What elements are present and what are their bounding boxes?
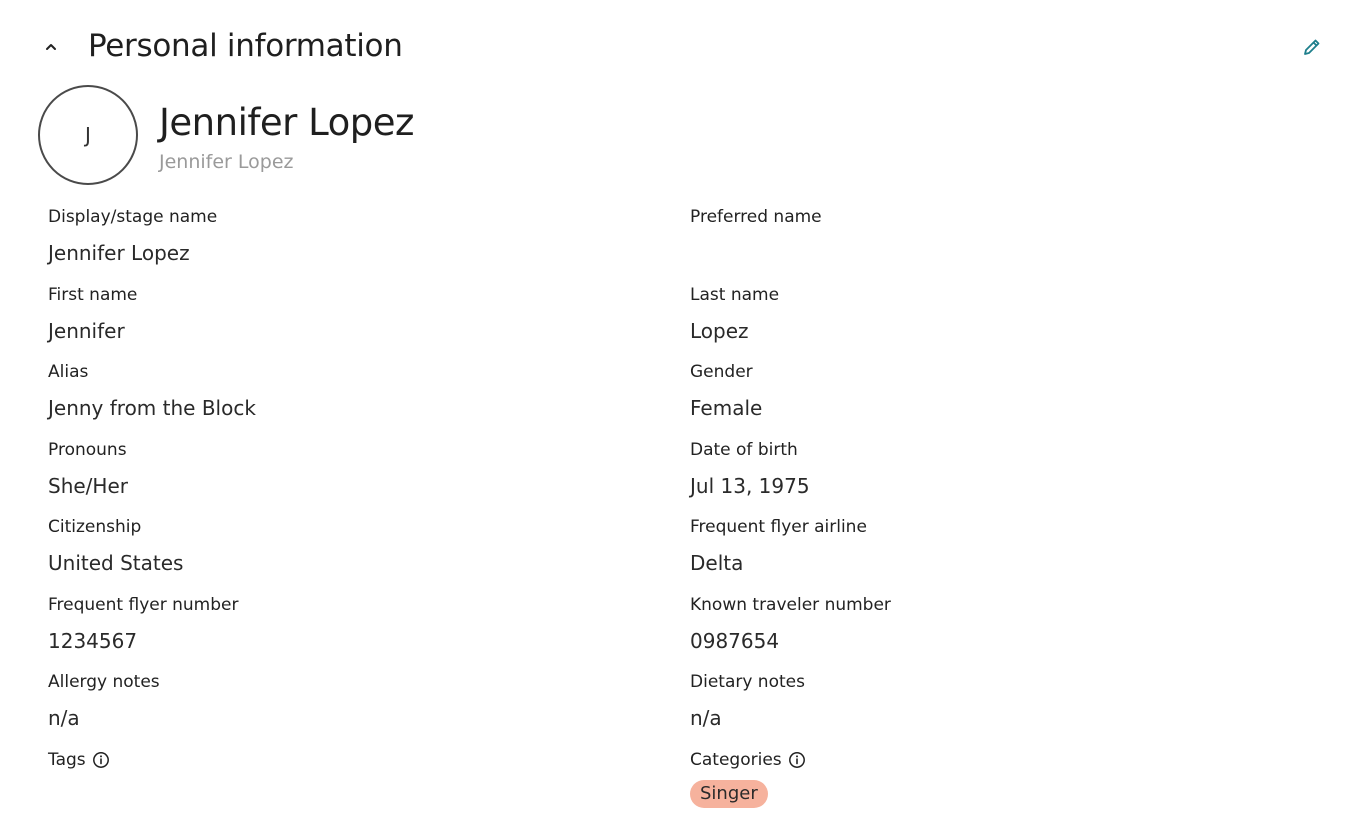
- field-first-name: First name Jennifer: [48, 284, 648, 344]
- category-chips: Singer: [690, 771, 1290, 808]
- profile-name: Jennifer Lopez: [159, 101, 414, 144]
- field-citizenship: Citizenship United States: [48, 516, 648, 576]
- field-value: Jennifer: [48, 319, 125, 343]
- info-icon[interactable]: [92, 751, 110, 769]
- field-label-row: Tags: [48, 749, 648, 771]
- field-preferred-name: Preferred name: [690, 206, 1290, 240]
- field-label: Alias: [48, 362, 89, 382]
- field-value: United States: [48, 551, 184, 575]
- field-label: Known traveler number: [690, 595, 891, 615]
- avatar: J: [38, 85, 138, 185]
- field-label: Citizenship: [48, 517, 142, 537]
- collapse-button[interactable]: [38, 34, 64, 60]
- info-icon[interactable]: [788, 751, 806, 769]
- field-label: Date of birth: [690, 440, 798, 460]
- chevron-up-icon: [46, 44, 56, 50]
- section-header: Personal information: [0, 0, 1356, 90]
- field-label: Dietary notes: [690, 672, 805, 692]
- field-pronouns: Pronouns She/Her: [48, 439, 648, 499]
- field-allergy-notes: Allergy notes n/a: [48, 671, 648, 731]
- field-label: Preferred name: [690, 207, 822, 227]
- field-value: She/Her: [48, 474, 128, 498]
- field-last-name: Last name Lopez: [690, 284, 1290, 344]
- field-label: Frequent flyer airline: [690, 517, 867, 537]
- field-value: 0987654: [690, 629, 780, 653]
- field-value: Jennifer Lopez: [48, 241, 190, 265]
- field-frequent-flyer-number: Frequent flyer number 1234567: [48, 594, 648, 654]
- field-value: Delta: [690, 551, 744, 575]
- field-value: Lopez: [690, 319, 749, 343]
- field-frequent-flyer-airline: Frequent flyer airline Delta: [690, 516, 1290, 576]
- field-value: Jenny from the Block: [48, 396, 256, 420]
- field-label: Last name: [690, 285, 780, 305]
- field-dietary-notes: Dietary notes n/a: [690, 671, 1290, 731]
- field-categories: Categories Singer: [690, 749, 1290, 808]
- field-value: 1234567: [48, 629, 138, 653]
- field-label: Gender: [690, 362, 753, 382]
- field-value: n/a: [48, 706, 80, 730]
- field-label: Frequent flyer number: [48, 595, 239, 615]
- edit-button[interactable]: [1300, 35, 1324, 59]
- profile-subname: Jennifer Lopez: [159, 151, 294, 173]
- field-alias: Alias Jenny from the Block: [48, 361, 648, 421]
- field-label: Categories: [690, 750, 782, 770]
- avatar-initial: J: [85, 123, 91, 147]
- field-value: Jul 13, 1975: [690, 474, 810, 498]
- field-value: Female: [690, 396, 763, 420]
- field-label: First name: [48, 285, 138, 305]
- field-label: Tags: [48, 750, 86, 770]
- field-label: Display/stage name: [48, 207, 218, 227]
- field-tags: Tags: [48, 749, 648, 771]
- field-date-of-birth: Date of birth Jul 13, 1975: [690, 439, 1290, 499]
- pencil-icon: [1304, 39, 1320, 55]
- field-value: n/a: [690, 706, 722, 730]
- field-label-row: Categories: [690, 749, 1290, 771]
- field-label: Pronouns: [48, 440, 127, 460]
- field-display-stage-name: Display/stage name Jennifer Lopez: [48, 206, 648, 266]
- field-gender: Gender Female: [690, 361, 1290, 421]
- field-known-traveler-number: Known traveler number 0987654: [690, 594, 1290, 654]
- category-chip-singer[interactable]: Singer: [690, 780, 768, 808]
- section-title: Personal information: [88, 28, 403, 64]
- field-label: Allergy notes: [48, 672, 160, 692]
